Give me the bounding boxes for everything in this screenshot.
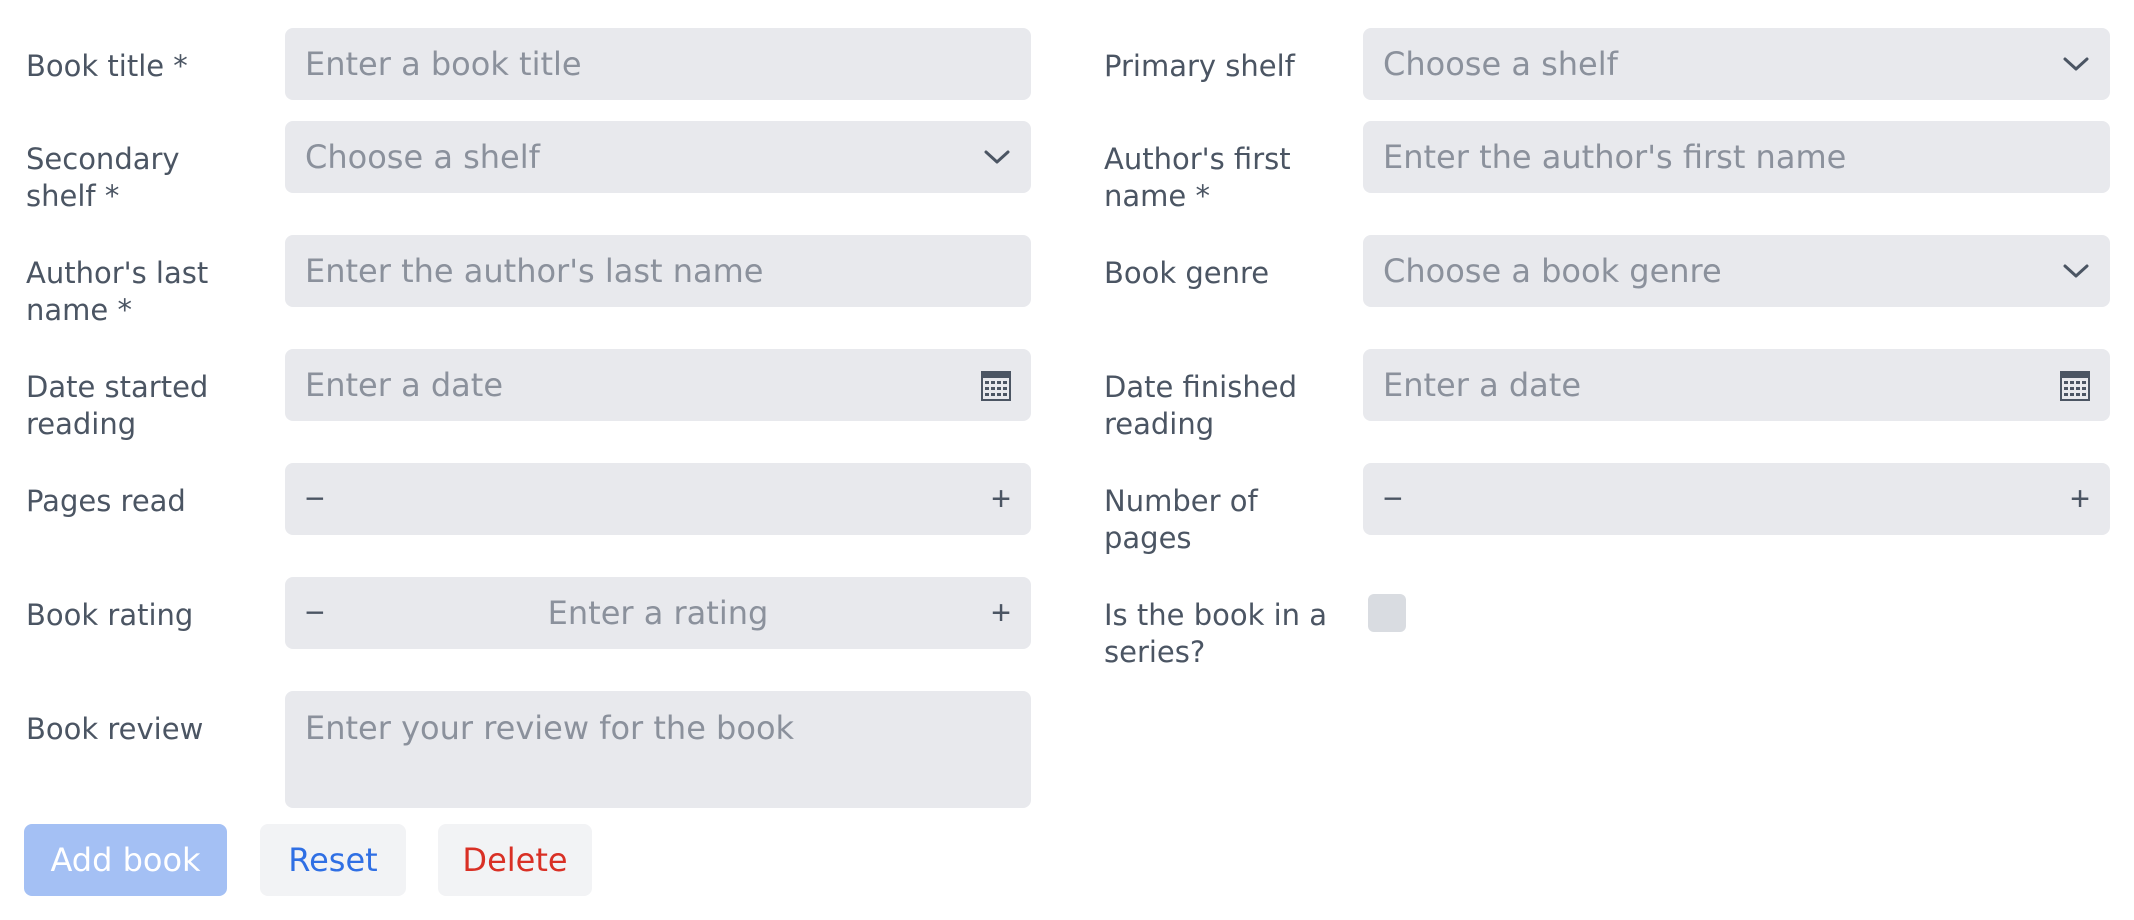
secondary-shelf-label: Secondary shelf *: [26, 142, 180, 213]
calendar-icon[interactable]: [981, 369, 1011, 401]
book-review-textarea[interactable]: Enter your review for the book: [285, 691, 1031, 808]
book-genre-select[interactable]: Choose a book genre: [1363, 235, 2110, 307]
pages-read-stepper[interactable]: − +: [285, 463, 1031, 535]
pages-read-label: Pages read: [26, 484, 186, 518]
author-first-name-input[interactable]: Enter the author's first name: [1363, 121, 2110, 193]
number-of-pages-label: Number of pages: [1104, 484, 1258, 555]
add-book-button[interactable]: Add book: [24, 824, 227, 896]
secondary-shelf-placeholder: Choose a shelf: [305, 138, 540, 176]
book-title-input[interactable]: Enter a book title: [285, 28, 1031, 100]
number-of-pages-stepper[interactable]: − +: [1363, 463, 2110, 535]
book-genre-placeholder: Choose a book genre: [1383, 252, 1722, 290]
author-last-name-label: Author's last name *: [26, 256, 209, 327]
date-started-label: Date started reading: [26, 370, 209, 441]
primary-shelf-placeholder: Choose a shelf: [1383, 45, 1618, 83]
pages-read-decrement-button[interactable]: −: [305, 480, 325, 519]
book-rating-decrement-button[interactable]: −: [305, 594, 325, 633]
book-rating-placeholder: Enter a rating: [547, 594, 769, 632]
book-rating-stepper[interactable]: − Enter a rating +: [285, 577, 1031, 649]
date-finished-input[interactable]: Enter a date: [1363, 349, 2110, 421]
pages-read-increment-button[interactable]: +: [991, 480, 1011, 519]
book-genre-label: Book genre: [1104, 256, 1270, 290]
primary-shelf-label: Primary shelf: [1104, 49, 1295, 83]
date-finished-placeholder: Enter a date: [1383, 366, 1581, 404]
book-rating-label: Book rating: [26, 598, 194, 632]
author-first-name-label: Author's first name *: [1104, 142, 1291, 213]
book-review-label: Book review: [26, 712, 204, 746]
chevron-down-icon: [2062, 262, 2090, 280]
primary-shelf-select[interactable]: Choose a shelf: [1363, 28, 2110, 100]
chevron-down-icon: [983, 148, 1011, 166]
chevron-down-icon: [2062, 55, 2090, 73]
book-title-label: Book title *: [26, 49, 188, 83]
book-title-placeholder: Enter a book title: [305, 45, 582, 83]
calendar-icon[interactable]: [2060, 369, 2090, 401]
date-finished-label: Date finished reading: [1104, 370, 1297, 441]
author-first-name-placeholder: Enter the author's first name: [1383, 138, 1847, 176]
author-last-name-placeholder: Enter the author's last name: [305, 252, 764, 290]
book-rating-increment-button[interactable]: +: [991, 594, 1011, 633]
date-started-input[interactable]: Enter a date: [285, 349, 1031, 421]
series-label: Is the book in a series?: [1104, 598, 1328, 669]
series-checkbox[interactable]: [1368, 594, 1406, 632]
delete-button[interactable]: Delete: [438, 824, 592, 896]
secondary-shelf-select[interactable]: Choose a shelf: [285, 121, 1031, 193]
number-of-pages-decrement-button[interactable]: −: [1383, 480, 1403, 519]
date-started-placeholder: Enter a date: [305, 366, 503, 404]
number-of-pages-increment-button[interactable]: +: [2070, 480, 2090, 519]
author-last-name-input[interactable]: Enter the author's last name: [285, 235, 1031, 307]
book-review-placeholder: Enter your review for the book: [305, 709, 795, 747]
reset-button[interactable]: Reset: [260, 824, 406, 896]
